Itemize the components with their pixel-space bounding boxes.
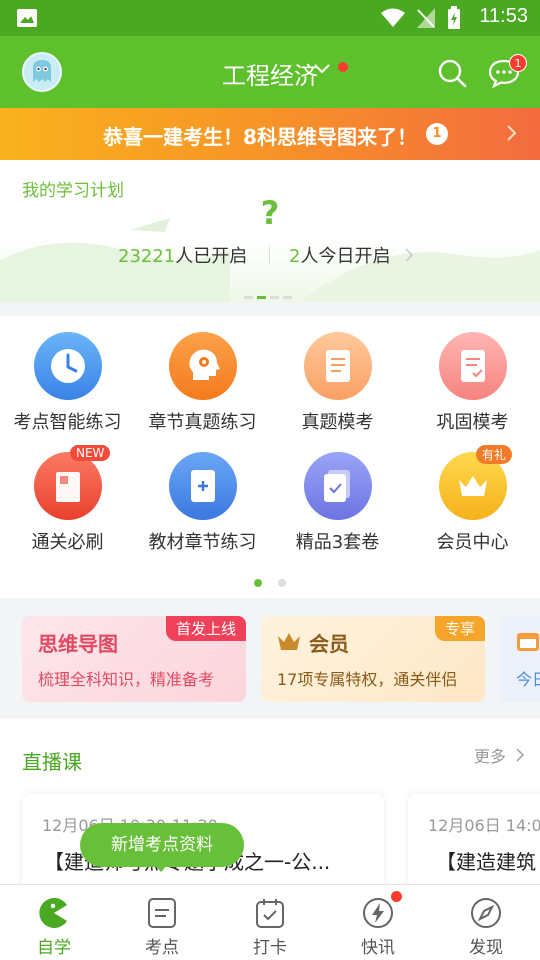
compass-icon — [471, 898, 501, 928]
grid-item-chapter-exam[interactable]: 章节真题练习 — [135, 332, 270, 434]
tab-label: 快讯 — [361, 938, 395, 958]
wifi-icon — [381, 8, 405, 27]
pager-dot — [270, 296, 279, 299]
checklist-icon — [438, 332, 507, 400]
section-heading: 直播课 — [22, 750, 82, 774]
today-count: 2 — [289, 246, 301, 267]
app-header: 工程经济 1 — [0, 36, 540, 108]
mindmap-promo-card[interactable]: 思维导图 梳理全科知识，精准备考 首发上线 — [22, 616, 246, 702]
grid-item-premium-papers[interactable]: 精品3套卷 — [270, 452, 405, 554]
course-title: 【建造建筑 — [436, 850, 536, 874]
crown-icon — [278, 633, 300, 650]
tab-check-in[interactable]: 打卡 — [216, 885, 324, 960]
grid-item-label: 通关必刷 — [31, 532, 104, 553]
chevron-right-icon — [507, 125, 517, 141]
promo-title: 思维导图 — [38, 632, 118, 656]
book-icon — [33, 452, 102, 520]
bottom-nav: 自学 考点 打卡 快讯 发现 — [0, 884, 540, 960]
feature-grid: 考点智能练习 章节真题练习 真题模考 巩固模考 通关必刷 NEW 教材章节练习 — [0, 316, 540, 598]
study-plan-card[interactable]: 我的学习计划 ? 23221人已开启 2人今日开启 — [0, 160, 540, 302]
opened-text: 人已开启 — [175, 246, 248, 267]
tab-self-study[interactable]: 自学 — [0, 885, 108, 960]
chevron-right-icon — [516, 748, 525, 762]
promo-tag: 首发上线 — [165, 616, 246, 641]
gift-tag: 有礼 — [476, 445, 513, 464]
battery-charging-icon — [448, 6, 460, 29]
pager-dot — [278, 579, 286, 587]
pager-dot-active — [254, 579, 262, 587]
today-stat: 2人今日开启 — [289, 242, 390, 268]
message-badge: 1 — [509, 54, 527, 72]
tab-label: 考点 — [145, 938, 179, 958]
clock-icon — [33, 332, 102, 400]
grid-item-must-do[interactable]: 通关必刷 — [0, 452, 135, 554]
pager-dot-active — [257, 296, 266, 299]
calendar-icon — [517, 633, 539, 651]
promo-title: 会员 — [309, 632, 349, 656]
clock-time: 11:53 — [479, 5, 528, 27]
grid-item-consolidate-exam[interactable]: 巩固模考 — [405, 332, 540, 434]
grid-pager-dots — [254, 572, 302, 591]
tab-discover[interactable]: 发现 — [432, 885, 540, 960]
live-course-section: 直播课 更多 12月06日 10:30-11:30 【建造师考点专题小成之一-公… — [0, 718, 540, 884]
grid-item-smart-practice[interactable]: 考点智能练习 — [0, 332, 135, 434]
grid-item-label: 巩固模考 — [436, 412, 509, 433]
grid-item-real-exam[interactable]: 真题模考 — [270, 332, 405, 434]
grid-item-label: 考点智能练习 — [13, 412, 122, 433]
textbook-icon — [168, 452, 237, 520]
grid-item-textbook-practice[interactable]: 教材章节练习 — [135, 452, 270, 554]
course-date: 12月06日 14:0 — [428, 816, 540, 835]
more-label: 更多 — [474, 747, 507, 766]
grid-item-label: 教材章节练习 — [148, 532, 257, 553]
promo-subtitle: 17项专属特权，通关伴侣 — [277, 670, 458, 689]
papers-icon — [303, 452, 372, 520]
tab-label: 打卡 — [253, 938, 287, 958]
daily-promo-card[interactable]: 今日 — [500, 616, 540, 702]
gear-head-icon — [168, 332, 237, 400]
image-notification-icon — [17, 9, 37, 27]
promo-carousel: 思维导图 梳理全科知识，精准备考 首发上线 会员 17项专属特权，通关伴侣 专享… — [0, 598, 540, 718]
promo-tag: 专享 — [434, 616, 485, 641]
tab-label: 发现 — [469, 938, 503, 958]
grid-item-label: 真题模考 — [301, 412, 374, 433]
promo-subtitle: 今日 — [516, 670, 540, 689]
tooltip-pointer — [154, 864, 168, 872]
grid-item-label: 精品3套卷 — [295, 532, 380, 553]
opened-count: 23221 — [118, 246, 176, 267]
tab-label: 自学 — [37, 938, 71, 958]
tab-news[interactable]: 快讯 — [324, 885, 432, 960]
today-text: 人今日开启 — [300, 246, 391, 267]
member-promo-card[interactable]: 会员 17项专属特权，通关伴侣 专享 — [261, 616, 485, 702]
plan-pager-dots — [244, 284, 296, 302]
grid-item-member-center[interactable]: 会员中心 — [405, 452, 540, 554]
no-signal-icon — [417, 8, 435, 28]
document-icon — [303, 332, 372, 400]
search-icon[interactable] — [437, 58, 467, 88]
promo-subtitle: 梳理全科知识，精准备考 — [38, 670, 215, 689]
news-red-dot — [391, 891, 402, 902]
announcement-banner[interactable]: 恭喜一建考生！8科思维导图来了！ 1 — [0, 108, 540, 160]
title-red-dot — [338, 62, 348, 72]
page-title: 工程经济 — [222, 62, 318, 90]
new-tag: NEW — [70, 445, 111, 461]
calendar-check-icon — [256, 899, 284, 928]
opened-stat: 23221人已开启 — [118, 242, 247, 268]
pacman-icon — [39, 898, 67, 928]
grid-item-label: 会员中心 — [436, 532, 509, 553]
chevron-right-icon — [405, 248, 414, 262]
lightning-icon — [363, 898, 393, 928]
grid-item-label: 章节真题练习 — [148, 412, 257, 433]
pager-dot — [244, 296, 253, 299]
banner-number-badge: 1 — [426, 123, 448, 145]
status-bar: 11:53 — [0, 0, 540, 36]
plan-question-mark: ? — [260, 194, 280, 232]
stats-divider — [269, 246, 270, 264]
tab-exam-points[interactable]: 考点 — [108, 885, 216, 960]
pager-dot — [283, 296, 292, 299]
live-course-card[interactable]: 12月06日 14:0 【建造建筑 — [408, 794, 540, 884]
new-material-tooltip[interactable]: 新增考点资料 — [80, 823, 244, 867]
more-link[interactable]: 更多 — [474, 743, 525, 767]
chevron-down-icon — [314, 64, 330, 74]
notes-icon — [148, 898, 176, 928]
